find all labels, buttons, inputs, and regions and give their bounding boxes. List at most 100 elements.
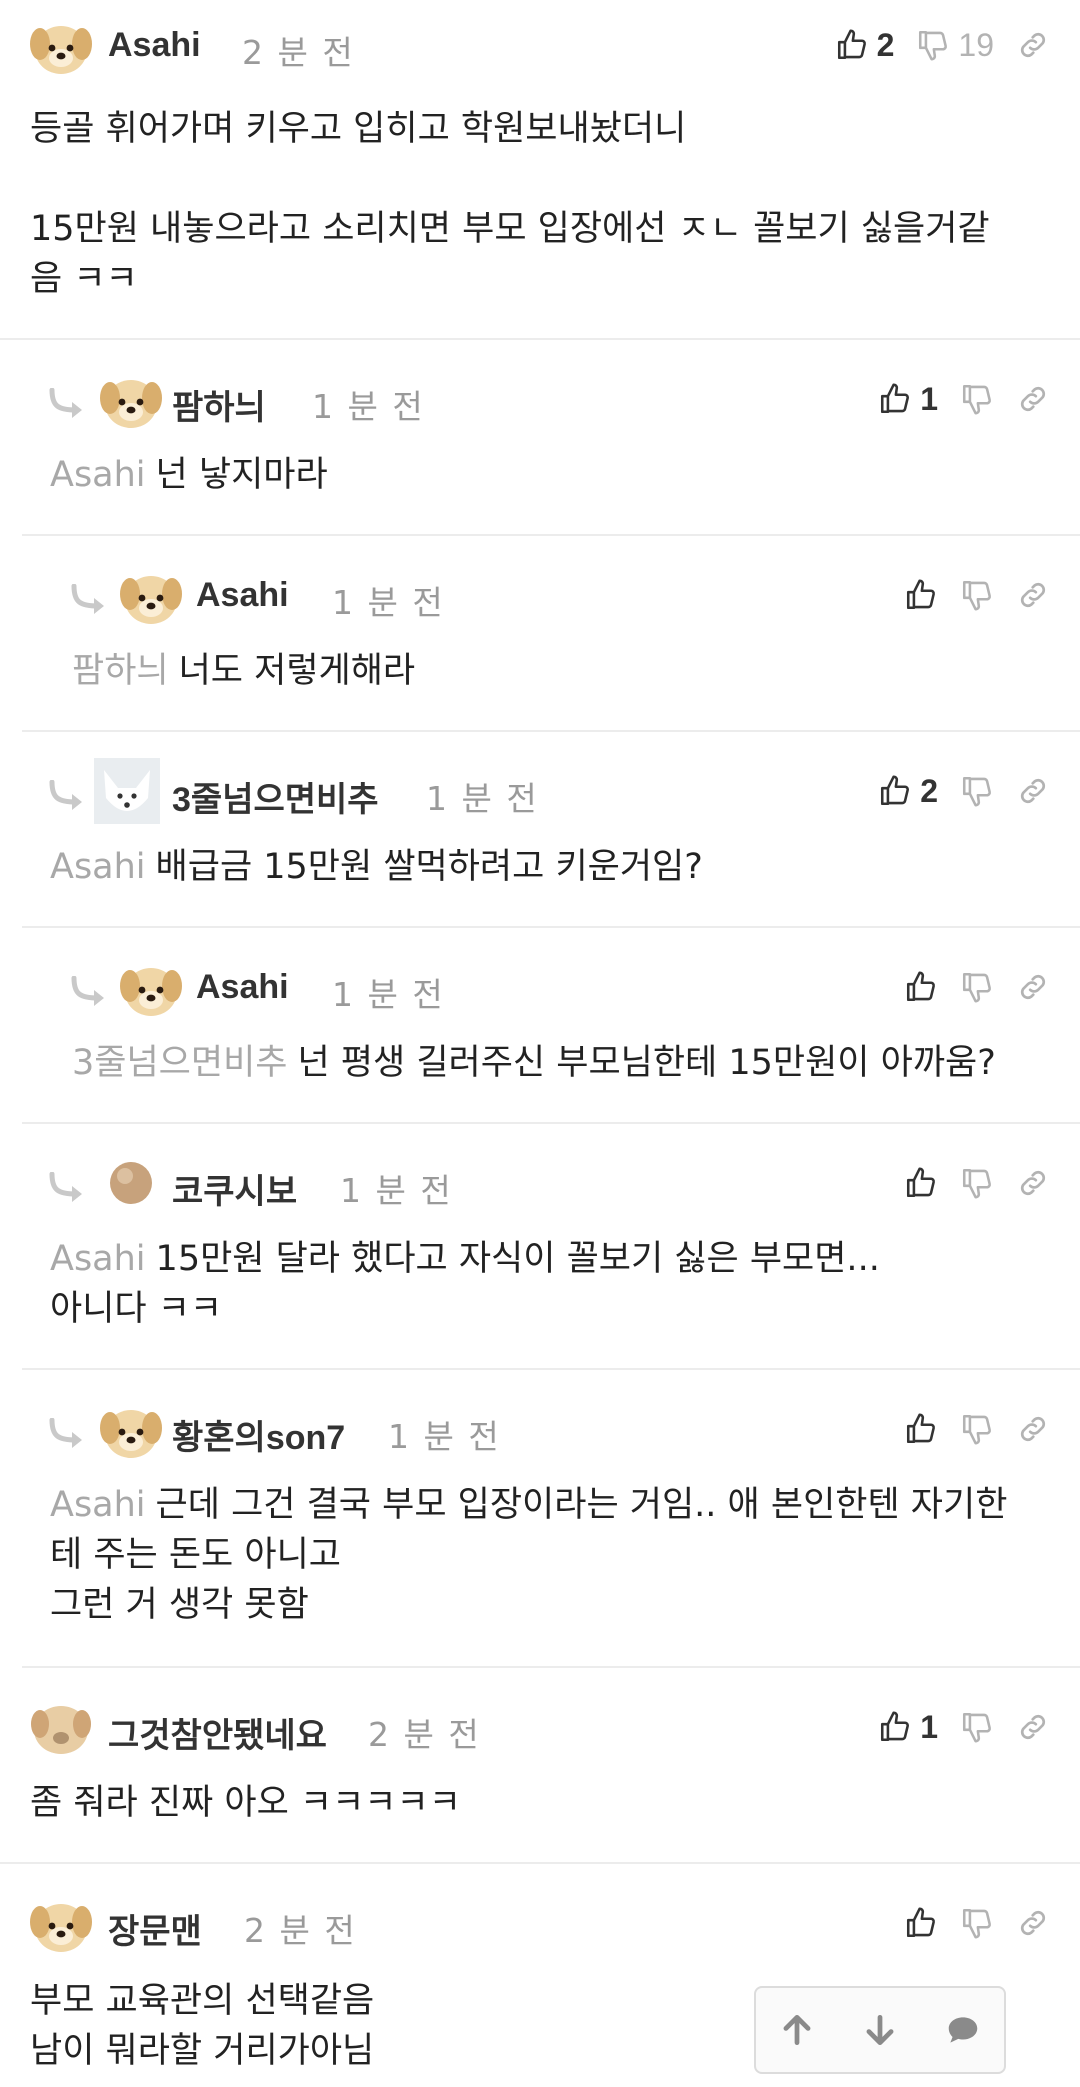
- thumbs-up-icon: [878, 774, 912, 808]
- comment-nickname[interactable]: 팜하늬: [172, 380, 266, 429]
- like-button[interactable]: 1: [878, 1709, 938, 1746]
- dislike-button[interactable]: [960, 774, 994, 808]
- avatar[interactable]: [94, 758, 160, 824]
- like-button[interactable]: 2: [878, 773, 938, 810]
- comment-time: 1 분 전: [312, 387, 425, 426]
- like-button[interactable]: [904, 578, 938, 612]
- comment-nickname[interactable]: Asahi: [196, 968, 289, 1007]
- comment-nickname[interactable]: 코쿠시보: [172, 1164, 297, 1213]
- mention-tag[interactable]: 3줄넘으면비추: [72, 1043, 287, 1083]
- comment-actions: 1: [856, 1702, 1050, 1752]
- link-icon: [1016, 970, 1050, 1004]
- avatar[interactable]: [118, 954, 184, 1020]
- comment-text: 너도 저렇게해라: [178, 651, 416, 691]
- comment-actions: 2: [856, 766, 1050, 816]
- comment-time: 1 분 전: [332, 583, 445, 622]
- dislike-count: 19: [958, 26, 994, 63]
- comment-body: 3줄넘으면비추 넌 평생 길러주신 부모님한테 15만원이 아까움?: [72, 1038, 1050, 1088]
- avatar[interactable]: [28, 1694, 94, 1760]
- scroll-down-button[interactable]: [850, 2000, 910, 2060]
- dislike-button[interactable]: [960, 1412, 994, 1446]
- comment-nickname[interactable]: 그것참안됐네요: [108, 1708, 327, 1757]
- link-button[interactable]: [1016, 970, 1050, 1004]
- link-button[interactable]: [1016, 382, 1050, 416]
- thumbs-down-icon: [960, 1906, 994, 1940]
- thumbs-up-icon: [878, 1710, 912, 1744]
- like-count: 2: [920, 772, 938, 809]
- link-button[interactable]: [1016, 578, 1050, 612]
- link-icon: [1016, 382, 1050, 416]
- link-icon: [1016, 1906, 1050, 1940]
- dislike-button[interactable]: [960, 382, 994, 416]
- like-count: 1: [920, 1708, 938, 1745]
- comment-button[interactable]: [933, 2000, 993, 2060]
- like-button[interactable]: 1: [878, 381, 938, 418]
- dislike-button[interactable]: [960, 1710, 994, 1744]
- thumbs-up-icon: [904, 1166, 938, 1200]
- link-button[interactable]: [1016, 1906, 1050, 1940]
- comment-text: 넌 평생 길러주신 부모님한테 15만원이 아까움?: [297, 1043, 996, 1083]
- like-button[interactable]: [904, 1166, 938, 1200]
- comment-text: 등골 휘어가며 키우고 입히고 학원보내놨더니 15만원 내놓으라고 소리치면 …: [30, 109, 990, 299]
- avatar[interactable]: [98, 1396, 164, 1462]
- link-button[interactable]: [1016, 774, 1050, 808]
- dislike-button[interactable]: [960, 578, 994, 612]
- mention-tag[interactable]: Asahi: [50, 455, 146, 495]
- thumbs-down-icon: [960, 1166, 994, 1200]
- thumbs-down-icon: [960, 1710, 994, 1744]
- mention-tag[interactable]: Asahi: [50, 847, 146, 887]
- comment-body: Asahi 근데 그건 결국 부모 입장이라는 거임.. 애 본인한텐 자기한 테…: [50, 1480, 1050, 1630]
- avatar[interactable]: [118, 562, 184, 628]
- dislike-button[interactable]: [960, 1166, 994, 1200]
- comment-time: 1 분 전: [426, 779, 539, 818]
- thumbs-down-icon: [960, 382, 994, 416]
- thumbs-down-icon: [960, 774, 994, 808]
- scroll-up-button[interactable]: [767, 2000, 827, 2060]
- comment-nickname[interactable]: 3줄넘으면비추: [172, 772, 379, 821]
- comment-body: 좀 줘라 진짜 아오 ㅋㅋㅋㅋㅋ: [30, 1778, 1050, 1828]
- avatar[interactable]: [98, 1150, 164, 1216]
- comment-body: 등골 휘어가며 키우고 입히고 학원보내놨더니 15만원 내놓으라고 소리치면 …: [30, 104, 1050, 304]
- like-button[interactable]: 2: [835, 27, 894, 64]
- reply-arrow-icon: [46, 388, 88, 420]
- dislike-button[interactable]: 19: [916, 27, 994, 64]
- link-button[interactable]: [1016, 28, 1050, 62]
- comment-body: Asahi 배급금 15만원 쌀먹하려고 키운거임?: [50, 842, 1050, 892]
- thumbs-up-icon: [904, 970, 938, 1004]
- link-button[interactable]: [1016, 1710, 1050, 1744]
- avatar[interactable]: [28, 1890, 94, 1956]
- mention-tag[interactable]: Asahi: [50, 1485, 146, 1525]
- comment-actions: [882, 570, 1050, 620]
- comment-text: 근데 그건 결국 부모 입장이라는 거임.. 애 본인한텐 자기한 테 주는 돈…: [50, 1485, 1008, 1625]
- like-count: 1: [920, 380, 938, 417]
- comment-nickname[interactable]: 장문맨: [108, 1904, 202, 1953]
- comment-actions: [882, 1158, 1050, 1208]
- comment-time: 2 분 전: [244, 1911, 357, 1950]
- avatar[interactable]: [28, 12, 94, 78]
- link-button[interactable]: [1016, 1412, 1050, 1446]
- comment-nickname[interactable]: 황혼의son7: [172, 1410, 345, 1459]
- like-button[interactable]: [904, 1412, 938, 1446]
- dislike-button[interactable]: [960, 970, 994, 1004]
- arrow-down-icon: [866, 2014, 894, 2046]
- thumbs-down-icon: [960, 1412, 994, 1446]
- comment-nickname[interactable]: Asahi: [196, 576, 289, 615]
- comment-icon: [948, 2017, 977, 2043]
- avatar[interactable]: [98, 366, 164, 432]
- like-button[interactable]: [904, 970, 938, 1004]
- comment-body: Asahi 15만원 달라 했다고 자식이 꼴보기 싫은 부모면... 아니다 ㅋ…: [50, 1234, 1050, 1334]
- comment-actions: [882, 1898, 1050, 1948]
- comment-item: 팜하늬 1 분 전 1 Asahi 넌 낳지마라: [22, 340, 1080, 536]
- link-icon: [1016, 28, 1050, 62]
- link-button[interactable]: [1016, 1166, 1050, 1200]
- comment-text: 넌 낳지마라: [155, 455, 328, 495]
- mention-tag[interactable]: Asahi: [50, 1239, 146, 1279]
- comment-text: 15만원 달라 했다고 자식이 꼴보기 싫은 부모면... 아니다 ㅋㅋ: [50, 1239, 880, 1329]
- comment-nickname[interactable]: Asahi: [108, 26, 201, 65]
- mention-tag[interactable]: 팜하늬: [72, 651, 169, 691]
- dislike-button[interactable]: [960, 1906, 994, 1940]
- like-button[interactable]: [904, 1906, 938, 1940]
- thumbs-down-icon: [960, 578, 994, 612]
- comment-item: 황혼의son7 1 분 전 Asahi 근데 그건 결국 부모 입장이라는 거임.…: [22, 1370, 1080, 1668]
- comment-text: 부모 교육관의 선택같음 남이 뭐라할 거리가아님: [30, 1981, 375, 2071]
